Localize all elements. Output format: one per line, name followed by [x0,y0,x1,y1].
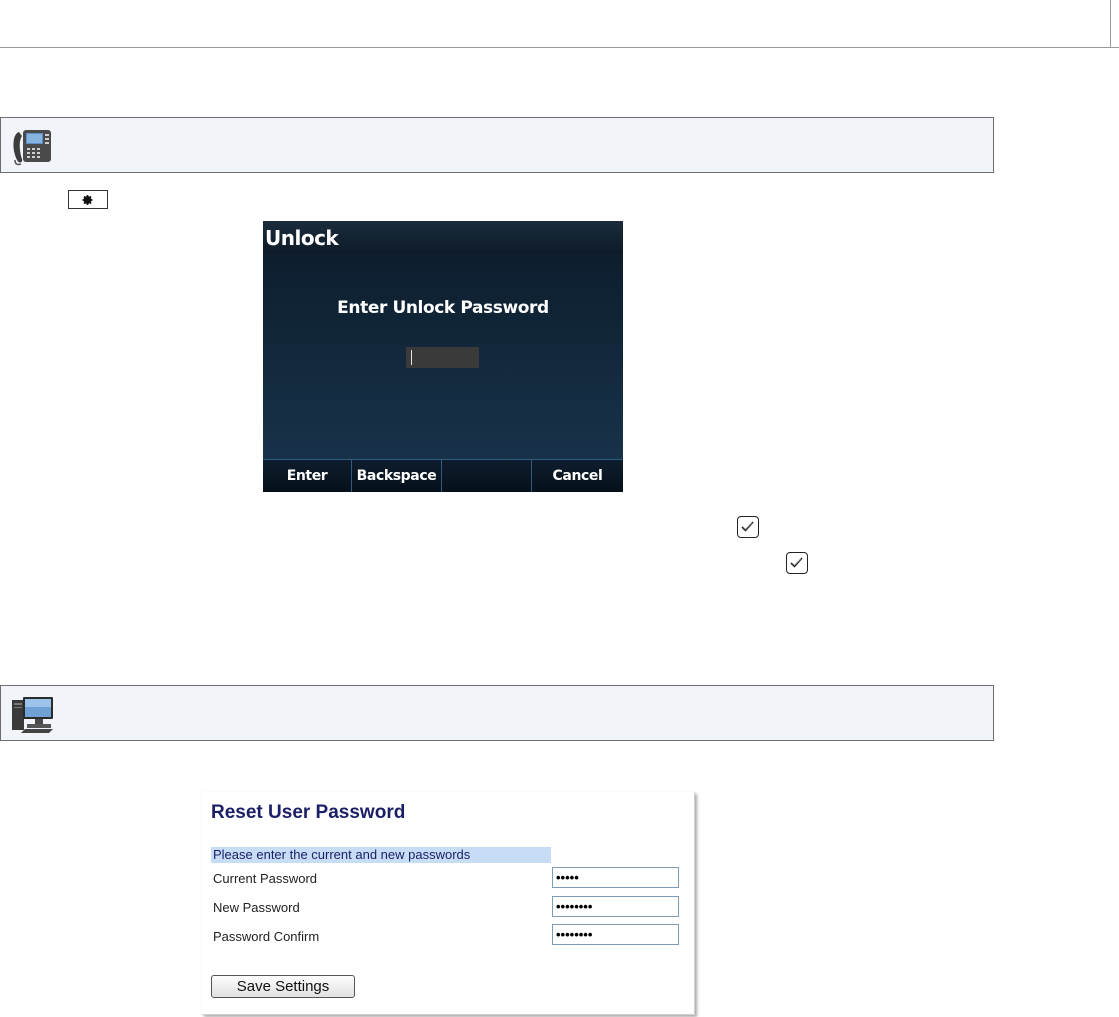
current-password-label: Current Password [213,871,318,886]
softkey-backspace[interactable]: Backspace [352,460,441,492]
unlock-password-input[interactable] [406,347,479,368]
page-title: Reset User Password [211,802,406,823]
current-password-field[interactable]: ••••• [552,867,679,888]
desktop-computer-icon [12,697,53,733]
phone-unlock-screen: Unlock Enter Unlock Password Enter Backs… [263,221,623,492]
web-ui-bar [0,685,994,741]
checkmark-icon [790,557,803,568]
new-password-label: New Password [213,900,300,915]
settings-key [68,190,108,209]
ip-phone-ui-bar [0,117,994,173]
unlock-prompt: Enter Unlock Password [337,298,549,318]
section-subheading: Please enter the current and new passwor… [211,847,551,863]
header-rule [0,47,1119,48]
password-confirm-field[interactable]: •••••••• [552,924,679,945]
softkey-enter[interactable]: Enter [263,460,351,492]
ip-phone-icon [13,130,51,166]
softkey-empty[interactable] [442,460,531,492]
header-corner-rule [1110,0,1111,48]
save-settings-button[interactable]: Save Settings [211,975,355,998]
gear-icon [82,194,93,205]
checkmark-key-icon [786,552,808,574]
reset-user-password-panel: Reset User Password Please enter the cur… [202,792,695,1015]
softkey-cancel[interactable]: Cancel [532,460,623,492]
phone-screen-title: Unlock [265,226,339,250]
new-password-field[interactable]: •••••••• [552,896,679,917]
text-cursor [411,350,412,365]
checkmark-key-icon [737,516,759,538]
password-confirm-label: Password Confirm [213,929,320,944]
softkey-bar: Enter Backspace Cancel [263,459,623,492]
checkmark-icon [741,521,754,532]
